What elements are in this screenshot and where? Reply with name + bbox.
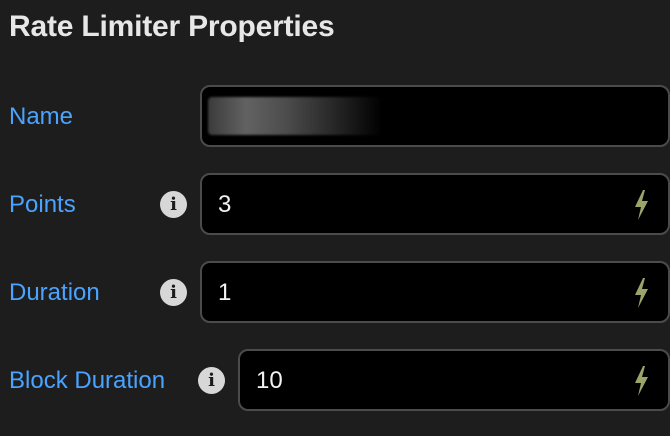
rate-limiter-properties-panel: Rate Limiter Properties Name Points i 3 … xyxy=(0,0,670,436)
name-label: Name xyxy=(9,103,74,130)
points-info-icon[interactable]: i xyxy=(160,191,187,218)
points-label: Points xyxy=(9,191,76,218)
duration-lightning-bolt-icon[interactable] xyxy=(632,278,650,308)
duration-info-icon[interactable]: i xyxy=(160,279,187,306)
duration-label: Duration xyxy=(9,279,100,306)
points-value: 3 xyxy=(218,191,232,218)
points-lightning-bolt-icon[interactable] xyxy=(632,190,650,220)
block-duration-info-icon[interactable]: i xyxy=(198,367,225,394)
block-duration-label: Block Duration xyxy=(9,367,166,394)
redacted-name-value xyxy=(208,97,382,135)
duration-value: 1 xyxy=(218,279,232,306)
block-duration-field[interactable]: 10 xyxy=(238,349,670,411)
panel-title: Rate Limiter Properties xyxy=(9,10,335,43)
block-duration-value: 10 xyxy=(256,367,283,394)
duration-field[interactable]: 1 xyxy=(200,261,670,323)
name-field[interactable] xyxy=(200,85,670,147)
points-field[interactable]: 3 xyxy=(200,173,670,235)
block-duration-lightning-bolt-icon[interactable] xyxy=(632,366,650,396)
